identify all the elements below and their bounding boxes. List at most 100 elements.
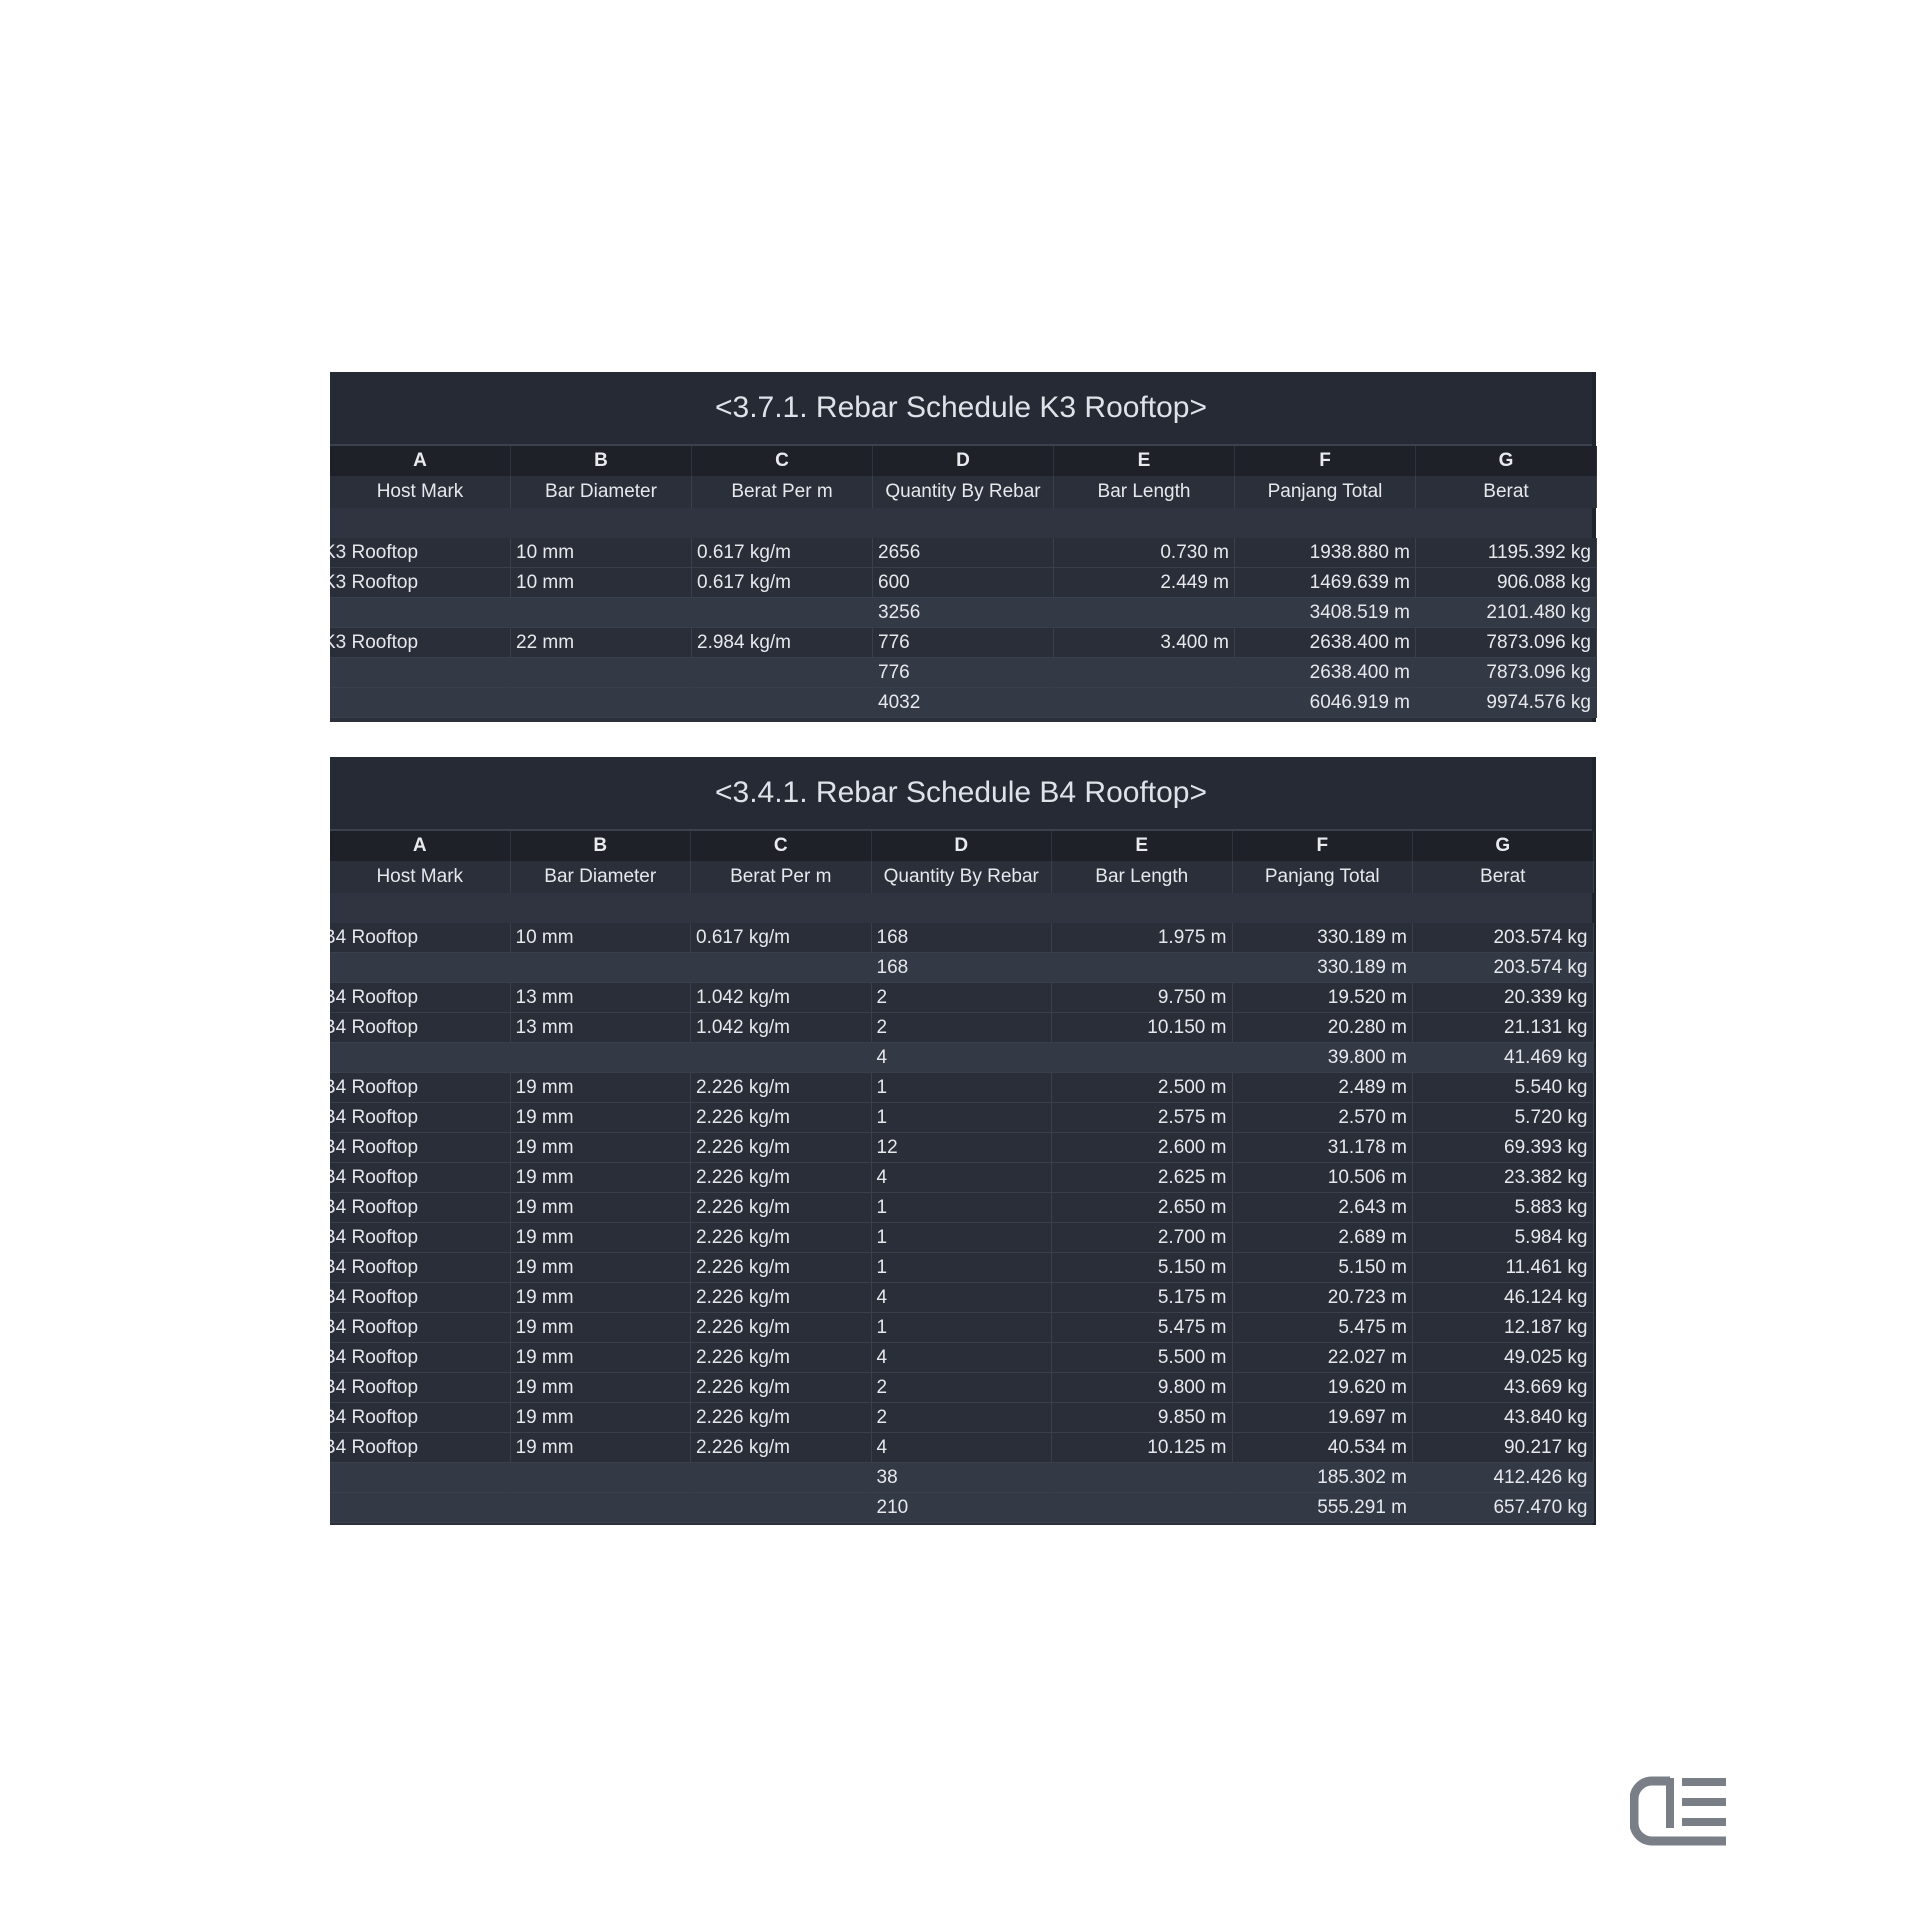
table-cell: 19 mm	[510, 1253, 691, 1283]
table-cell: 19 mm	[510, 1193, 691, 1223]
column-header[interactable]: Quantity By Rebar	[871, 861, 1052, 893]
table-row[interactable]: K3 Rooftop 10 mm 0.617 kg/m 600 2.449 m 1469.…	[330, 568, 1597, 598]
column-letter[interactable]: G	[1416, 446, 1597, 476]
table-cell: 185.302 m	[1232, 1463, 1413, 1493]
table-cell: B4 Rooftop	[330, 923, 511, 953]
table-cell: 203.574 kg	[1413, 953, 1594, 983]
table-cell: 2.226 kg/m	[691, 1433, 872, 1463]
table-cell: 2.226 kg/m	[691, 1373, 872, 1403]
table-cell: B4 Rooftop	[330, 983, 511, 1013]
column-headers: Host Mark Bar Diameter Berat Per m Quant…	[330, 476, 1597, 508]
column-letter[interactable]: A	[330, 446, 511, 476]
table-cell: 19 mm	[510, 1403, 691, 1433]
table-cell: 2.226 kg/m	[691, 1163, 872, 1193]
table-row[interactable]: B4 Rooftop 19 mm 2.226 kg/m 1 5.475 m 5.475 m…	[330, 1313, 1594, 1343]
column-header[interactable]: Berat	[1416, 476, 1597, 508]
table-cell: 13 mm	[510, 983, 691, 1013]
table-cell	[330, 953, 511, 983]
table-row[interactable]: B4 Rooftop 19 mm 2.226 kg/m 2 9.850 m 19.697 …	[330, 1403, 1594, 1433]
table-cell	[1054, 658, 1235, 688]
table-row[interactable]: B4 Rooftop 19 mm 2.226 kg/m 4 5.175 m 20.723 …	[330, 1283, 1594, 1313]
column-letter[interactable]: G	[1413, 831, 1594, 861]
column-letter[interactable]: E	[1054, 446, 1235, 476]
table-row[interactable]: B4 Rooftop 19 mm 2.226 kg/m 4 10.125 m 40.534…	[330, 1433, 1594, 1463]
table-row[interactable]: B4 Rooftop 19 mm 2.226 kg/m 12 2.600 m 31.178…	[330, 1133, 1594, 1163]
table-cell: 49.025 kg	[1413, 1343, 1594, 1373]
table-cell: 0.617 kg/m	[691, 923, 872, 953]
column-letter[interactable]: B	[510, 831, 691, 861]
table-row[interactable]: B4 Rooftop 19 mm 2.226 kg/m 1 2.700 m 2.689 m…	[330, 1223, 1594, 1253]
table-cell: 2.575 m	[1052, 1103, 1233, 1133]
subtotal-row[interactable]: 210 555.291 m 657.470 kg	[330, 1493, 1594, 1523]
table-row[interactable]: B4 Rooftop 13 mm 1.042 kg/m 2 9.750 m 19.520 …	[330, 983, 1594, 1013]
table-cell	[511, 658, 692, 688]
table-row[interactable]: B4 Rooftop 19 mm 2.226 kg/m 4 5.500 m 22.027 …	[330, 1343, 1594, 1373]
table-cell: 412.426 kg	[1413, 1463, 1594, 1493]
table-cell	[510, 1463, 691, 1493]
subtotal-row[interactable]: 3256 3408.519 m 2101.480 kg	[330, 598, 1597, 628]
subtotal-row[interactable]: 4 39.800 m 41.469 kg	[330, 1043, 1594, 1073]
table-row[interactable]: K3 Rooftop 10 mm 0.617 kg/m 2656 0.730 m 1938…	[330, 538, 1597, 568]
column-header[interactable]: Bar Diameter	[510, 861, 691, 893]
table-cell: 19 mm	[510, 1343, 691, 1373]
column-letter[interactable]: D	[873, 446, 1054, 476]
table-cell: 5.720 kg	[1413, 1103, 1594, 1133]
table-row[interactable]: B4 Rooftop 19 mm 2.226 kg/m 1 2.575 m 2.570 m…	[330, 1103, 1594, 1133]
table-cell: 5.540 kg	[1413, 1073, 1594, 1103]
column-letter[interactable]: E	[1052, 831, 1233, 861]
column-letter[interactable]: F	[1232, 831, 1413, 861]
table-cell: 2656	[873, 538, 1054, 568]
table-cell	[691, 953, 872, 983]
column-header[interactable]: Host Mark	[330, 861, 511, 893]
table-cell: 2.226 kg/m	[691, 1133, 872, 1163]
table-cell: 2.650 m	[1052, 1193, 1233, 1223]
column-header[interactable]: Berat	[1413, 861, 1594, 893]
table-cell: B4 Rooftop	[330, 1223, 511, 1253]
column-header[interactable]: Bar Diameter	[511, 476, 692, 508]
column-letter[interactable]: C	[691, 831, 872, 861]
subtotal-row[interactable]: 38 185.302 m 412.426 kg	[330, 1463, 1594, 1493]
subtotal-row[interactable]: 4032 6046.919 m 9974.576 kg	[330, 688, 1597, 718]
table-cell: 5.475 m	[1232, 1313, 1413, 1343]
column-header[interactable]: Panjang Total	[1235, 476, 1416, 508]
table-row[interactable]: B4 Rooftop 19 mm 2.226 kg/m 1 2.650 m 2.643 m…	[330, 1193, 1594, 1223]
column-letter[interactable]: D	[871, 831, 1052, 861]
table-cell: 2.226 kg/m	[691, 1253, 872, 1283]
table-cell: K3 Rooftop	[330, 538, 511, 568]
column-letter[interactable]: A	[330, 831, 511, 861]
table-cell: 7873.096 kg	[1416, 628, 1597, 658]
table-cell: 19.620 m	[1232, 1373, 1413, 1403]
table-cell	[330, 658, 511, 688]
table-row[interactable]: K3 Rooftop 22 mm 2.984 kg/m 776 3.400 m 2638.…	[330, 628, 1597, 658]
table-row[interactable]: B4 Rooftop 13 mm 1.042 kg/m 2 10.150 m 20.280…	[330, 1013, 1594, 1043]
table-cell: 46.124 kg	[1413, 1283, 1594, 1313]
subtotal-row[interactable]: 168 330.189 m 203.574 kg	[330, 953, 1594, 983]
table-row[interactable]: B4 Rooftop 19 mm 2.226 kg/m 1 2.500 m 2.489 m…	[330, 1073, 1594, 1103]
column-letter[interactable]: F	[1235, 446, 1416, 476]
table-cell: B4 Rooftop	[330, 1133, 511, 1163]
column-header[interactable]: Quantity By Rebar	[873, 476, 1054, 508]
table-cell: 4	[871, 1163, 1052, 1193]
column-letter[interactable]: B	[511, 446, 692, 476]
column-header[interactable]: Panjang Total	[1232, 861, 1413, 893]
column-header[interactable]: Bar Length	[1054, 476, 1235, 508]
table-row[interactable]: B4 Rooftop 19 mm 2.226 kg/m 1 5.150 m 5.150 m…	[330, 1253, 1594, 1283]
table-row[interactable]: B4 Rooftop 10 mm 0.617 kg/m 168 1.975 m 330.1…	[330, 923, 1594, 953]
column-header[interactable]: Berat Per m	[692, 476, 873, 508]
subtotal-row[interactable]: 776 2638.400 m 7873.096 kg	[330, 658, 1597, 688]
column-letters: A B C D E F G	[330, 831, 1594, 861]
column-letter[interactable]: C	[692, 446, 873, 476]
table-cell: 2.700 m	[1052, 1223, 1233, 1253]
column-header[interactable]: Bar Length	[1052, 861, 1233, 893]
table-row[interactable]: B4 Rooftop 19 mm 2.226 kg/m 4 2.625 m 10.506 …	[330, 1163, 1594, 1193]
table-cell: 10.150 m	[1052, 1013, 1233, 1043]
table-cell: 9.850 m	[1052, 1403, 1233, 1433]
table-cell: 69.393 kg	[1413, 1133, 1594, 1163]
column-header[interactable]: Host Mark	[330, 476, 511, 508]
column-header[interactable]: Berat Per m	[691, 861, 872, 893]
table-cell: 2.226 kg/m	[691, 1403, 872, 1433]
table-cell	[330, 688, 511, 718]
table-cell: 5.883 kg	[1413, 1193, 1594, 1223]
table-row[interactable]: B4 Rooftop 19 mm 2.226 kg/m 2 9.800 m 19.620 …	[330, 1373, 1594, 1403]
table-cell: B4 Rooftop	[330, 1013, 511, 1043]
